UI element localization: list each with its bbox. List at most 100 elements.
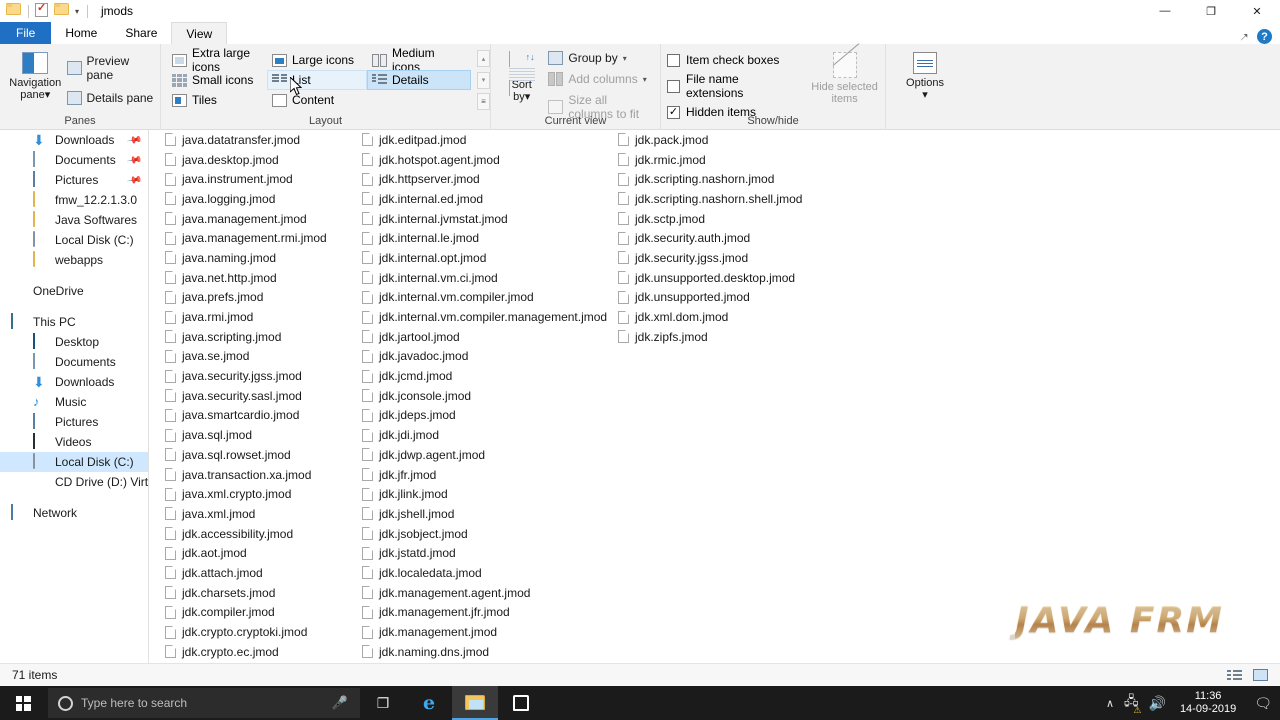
scroll-down-icon[interactable]: ▾ (477, 71, 490, 89)
layout-content[interactable]: Content (267, 90, 367, 110)
edge-button[interactable]: e (406, 686, 452, 720)
file-list-item[interactable]: jdk.jdi.jmod (346, 425, 602, 445)
sidebar-item-desktop[interactable]: Desktop (0, 332, 148, 352)
file-list-item[interactable]: jdk.internal.le.jmod (346, 228, 602, 248)
file-list-item[interactable]: java.xml.crypto.jmod (149, 484, 346, 504)
file-list-item[interactable]: jdk.security.auth.jmod (602, 228, 862, 248)
gallery-more-icon[interactable]: ≡ (477, 93, 490, 110)
file-list-item[interactable]: jdk.scripting.nashorn.jmod (602, 169, 862, 189)
file-list-item[interactable]: jdk.internal.vm.compiler.management.jmod (346, 307, 607, 327)
file-list-item[interactable]: java.transaction.xa.jmod (149, 465, 346, 485)
large-icons-view-button[interactable] (1250, 666, 1270, 684)
file-list-item[interactable]: java.management.jmod (149, 209, 346, 229)
sidebar-item-local-disk-c[interactable]: Local Disk (C:) (0, 452, 148, 472)
details-pane-button[interactable]: Details pane (66, 91, 155, 105)
file-list-item[interactable]: jdk.internal.jvmstat.jmod (346, 209, 602, 229)
file-list-item[interactable]: jdk.jshell.jmod (346, 504, 602, 524)
details-view-button[interactable] (1224, 666, 1244, 684)
file-list-item[interactable]: jdk.localedata.jmod (346, 563, 602, 583)
file-list-item[interactable]: java.rmi.jmod (149, 307, 346, 327)
sidebar-item-this-pc[interactable]: This PC (0, 312, 148, 332)
item-check-boxes-option[interactable]: Item check boxes (667, 53, 790, 67)
file-list-item[interactable]: jdk.jsobject.jmod (346, 524, 602, 544)
file-name-extensions-checkbox[interactable] (667, 79, 680, 93)
file-list-item[interactable]: jdk.charsets.jmod (149, 583, 346, 603)
file-list-item[interactable]: jdk.internal.ed.jmod (346, 189, 602, 209)
tab-view[interactable]: View (171, 22, 228, 44)
chevron-down-icon[interactable]: ▾ (45, 89, 51, 101)
file-list-item[interactable]: jdk.scripting.nashorn.shell.jmod (602, 189, 862, 209)
layout-list[interactable]: List (267, 70, 367, 90)
chevron-down-icon[interactable]: ▾ (922, 89, 928, 101)
file-list-item[interactable]: jdk.unsupported.desktop.jmod (602, 268, 862, 288)
file-list-item[interactable]: jdk.accessibility.jmod (149, 524, 346, 544)
file-list-item[interactable]: jdk.hotspot.agent.jmod (346, 150, 602, 170)
file-list-item[interactable]: jdk.unsupported.jmod (602, 288, 862, 308)
file-list-item[interactable]: java.xml.jmod (149, 504, 346, 524)
layout-tiles[interactable]: Tiles (167, 90, 267, 110)
microphone-icon[interactable]: 🎤 (332, 695, 348, 711)
file-list-item[interactable]: java.logging.jmod (149, 189, 346, 209)
file-list-item[interactable]: jdk.rmic.jmod (602, 150, 862, 170)
tab-home[interactable]: Home (51, 22, 111, 44)
navigation-pane[interactable]: ⬇ Downloads 📌 Documents 📌 Pictures 📌 fmw (0, 130, 148, 663)
file-list-item[interactable]: java.datatransfer.jmod (149, 130, 346, 150)
options-button[interactable]: Options ▾ (892, 48, 958, 130)
sidebar-item-pictures-quick[interactable]: Pictures 📌 (0, 170, 148, 190)
file-list-item[interactable]: jdk.javadoc.jmod (346, 347, 602, 367)
file-list-item[interactable]: jdk.sctp.jmod (602, 209, 862, 229)
chevron-down-icon[interactable]: ▾ (623, 54, 627, 63)
file-list-item[interactable]: jdk.aot.jmod (149, 543, 346, 563)
taskbar-search[interactable]: Type here to search 🎤 (48, 688, 360, 718)
file-list-item[interactable]: java.smartcardio.jmod (149, 406, 346, 426)
file-list-item[interactable]: java.prefs.jmod (149, 288, 346, 308)
layout-large-icons[interactable]: Large icons (267, 50, 367, 70)
network-icon[interactable]: 🖧 ⚠ (1124, 692, 1142, 715)
file-list-item[interactable]: jdk.internal.opt.jmod (346, 248, 602, 268)
help-icon[interactable]: ? (1257, 29, 1272, 44)
show-hidden-icons-icon[interactable]: ∧ (1106, 697, 1114, 710)
pin-icon[interactable]: 📌 (126, 132, 143, 148)
layout-gallery-scrollbar[interactable]: ▴ ▾ ≡ (477, 50, 490, 110)
file-list-item[interactable]: java.security.sasl.jmod (149, 386, 346, 406)
file-list-item[interactable]: java.se.jmod (149, 347, 346, 367)
file-list-item[interactable]: jdk.management.agent.jmod (346, 583, 602, 603)
file-list-item[interactable]: jdk.zipfs.jmod (602, 327, 862, 347)
file-list-item[interactable]: jdk.jconsole.jmod (346, 386, 602, 406)
file-list-item[interactable]: jdk.jfr.jmod (346, 465, 602, 485)
chevron-down-icon[interactable]: ▾ (643, 75, 647, 84)
sidebar-item-onedrive[interactable]: OneDrive (0, 281, 148, 301)
sidebar-item-music[interactable]: ♪ Music (0, 392, 148, 412)
file-list-item[interactable]: jdk.jlink.jmod (346, 484, 602, 504)
file-list-item[interactable]: jdk.crypto.ec.jmod (149, 642, 346, 662)
layout-small-icons[interactable]: Small icons (167, 70, 267, 90)
start-button[interactable] (0, 686, 46, 720)
layout-details[interactable]: Details (367, 70, 471, 90)
pin-ribbon-icon[interactable]: ➝ (1235, 28, 1252, 45)
notifications-icon[interactable]: 🗨 (1250, 695, 1272, 712)
file-name-extensions-option[interactable]: File name extensions (667, 72, 790, 100)
sidebar-item-local-disk-quick[interactable]: Local Disk (C:) (0, 230, 148, 250)
file-list-item[interactable]: jdk.crypto.cryptoki.jmod (149, 622, 346, 642)
file-list-pane[interactable]: java.datatransfer.jmod java.desktop.jmod j… (149, 130, 1280, 663)
sidebar-item-downloads-quick[interactable]: ⬇ Downloads 📌 (0, 130, 148, 150)
file-list-item[interactable]: java.desktop.jmod (149, 150, 346, 170)
file-list-item[interactable]: jdk.internal.vm.ci.jmod (346, 268, 602, 288)
preview-pane-button[interactable]: Preview pane (66, 54, 155, 82)
pin-icon[interactable]: 📌 (126, 172, 143, 188)
sidebar-item-java-softwares[interactable]: Java Softwares (0, 210, 148, 230)
file-list-item[interactable]: jdk.compiler.jmod (149, 603, 346, 623)
file-list-item[interactable]: java.sql.jmod (149, 425, 346, 445)
pin-icon[interactable]: 📌 (126, 152, 143, 168)
sidebar-item-downloads[interactable]: ⬇ Downloads (0, 372, 148, 392)
file-list-item[interactable]: java.security.jgss.jmod (149, 366, 346, 386)
file-list-item[interactable]: jdk.jcmd.jmod (346, 366, 602, 386)
file-list-item[interactable]: jdk.management.jmod (346, 622, 602, 642)
tab-share[interactable]: Share (111, 22, 171, 44)
file-list-item[interactable]: java.sql.rowset.jmod (149, 445, 346, 465)
file-list-item[interactable]: jdk.management.jfr.jmod (346, 603, 602, 623)
file-list-item[interactable]: jdk.xml.dom.jmod (602, 307, 862, 327)
tab-file[interactable]: File (0, 22, 52, 44)
volume-icon[interactable]: 🔊 (1149, 695, 1166, 712)
sidebar-item-documents[interactable]: Documents (0, 352, 148, 372)
